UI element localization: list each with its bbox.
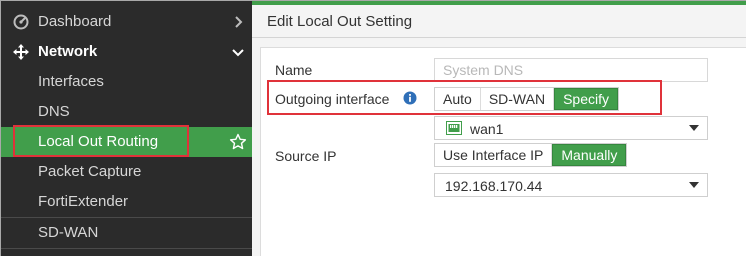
caret-down-icon bbox=[689, 125, 699, 131]
info-icon[interactable] bbox=[403, 91, 417, 105]
sidebar-item-interfaces[interactable]: Interfaces bbox=[1, 67, 252, 97]
sidebar-item-label: Packet Capture bbox=[38, 163, 142, 180]
sidebar-item-label: SD-WAN bbox=[38, 224, 99, 241]
sidebar-divider bbox=[1, 248, 252, 249]
move-arrows-icon bbox=[13, 44, 29, 60]
sidebar-item-label: Dashboard bbox=[38, 13, 112, 30]
sidebar-item-label: Interfaces bbox=[38, 73, 104, 90]
source-ip-segmented-control: Use Interface IP Manually bbox=[434, 143, 628, 167]
sidebar-item-label: Network bbox=[38, 43, 98, 60]
name-label: Name bbox=[275, 62, 313, 78]
interface-select[interactable]: wan1 bbox=[434, 116, 708, 140]
source-ip-option-manually[interactable]: Manually bbox=[552, 144, 627, 166]
outgoing-interface-label: Outgoing interface bbox=[275, 91, 390, 107]
outgoing-option-sd-wan[interactable]: SD-WAN bbox=[481, 88, 555, 110]
name-input[interactable] bbox=[434, 58, 708, 82]
sidebar-item-fortiextender[interactable]: FortiExtender bbox=[1, 187, 252, 217]
sidebar-item-label: DNS bbox=[38, 103, 70, 120]
chevron-right-icon bbox=[235, 16, 243, 28]
source-ip-select[interactable]: 192.168.170.44 bbox=[434, 173, 708, 197]
dashboard-icon bbox=[13, 14, 29, 30]
interface-select-value: wan1 bbox=[470, 121, 504, 137]
sidebar-item-local-out-routing[interactable]: Local Out Routing bbox=[1, 127, 252, 157]
outgoing-option-auto[interactable]: Auto bbox=[435, 88, 481, 110]
source-ip-label: Source IP bbox=[275, 148, 337, 164]
sidebar-item-network[interactable]: Network bbox=[1, 37, 252, 67]
sidebar-item-label: Local Out Routing bbox=[38, 133, 159, 150]
page-title: Edit Local Out Setting bbox=[267, 13, 413, 30]
sidebar-item-label: FortiExtender bbox=[38, 193, 129, 210]
page-header: Edit Local Out Setting bbox=[252, 5, 746, 38]
outgoing-option-specify[interactable]: Specify bbox=[554, 88, 618, 110]
sidebar-item-dns[interactable]: DNS bbox=[1, 97, 252, 127]
sidebar-item-dashboard[interactable]: Dashboard bbox=[1, 7, 252, 37]
caret-down-icon bbox=[689, 182, 699, 188]
sidebar-item-sd-wan[interactable]: SD-WAN bbox=[1, 218, 252, 248]
outgoing-interface-segmented-control: Auto SD-WAN Specify bbox=[434, 87, 619, 111]
sidebar: Dashboard Network Interfaces DNS Local O… bbox=[1, 1, 252, 256]
ethernet-port-icon bbox=[446, 121, 462, 135]
source-ip-select-value: 192.168.170.44 bbox=[445, 178, 543, 194]
source-ip-option-use-interface-ip[interactable]: Use Interface IP bbox=[435, 144, 553, 166]
star-outline-icon[interactable] bbox=[229, 133, 247, 151]
sidebar-item-packet-capture[interactable]: Packet Capture bbox=[1, 157, 252, 187]
chevron-down-icon bbox=[232, 49, 244, 57]
